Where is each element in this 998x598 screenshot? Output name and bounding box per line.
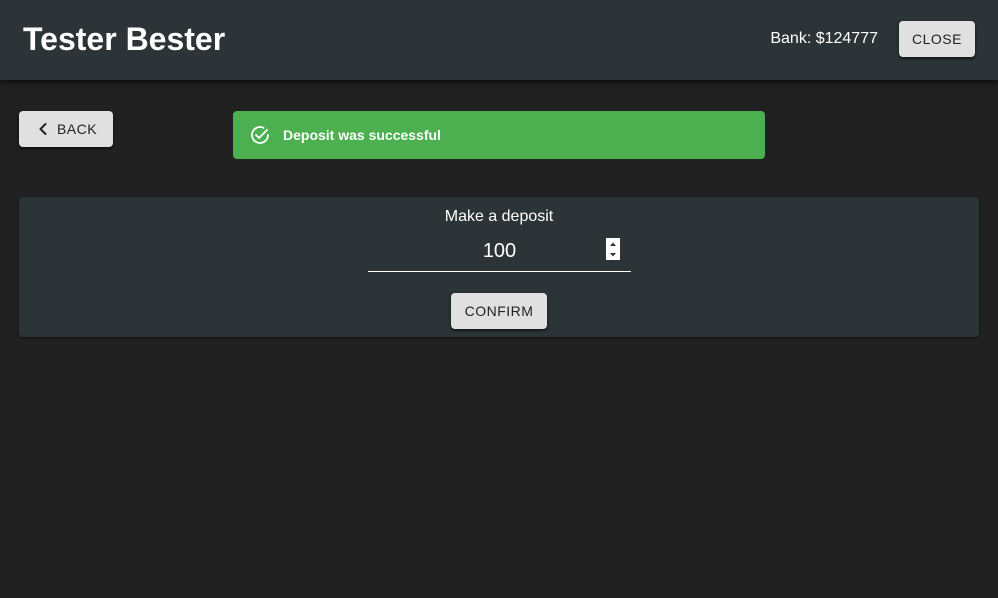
caret-down-icon	[610, 252, 616, 256]
bank-balance: Bank: $124777	[770, 30, 878, 47]
chevron-left-icon	[39, 123, 47, 135]
alert-message: Deposit was successful	[283, 127, 441, 143]
back-button[interactable]: BACK	[19, 111, 113, 147]
close-button[interactable]: CLOSE	[899, 21, 975, 57]
decrement-button[interactable]	[606, 249, 620, 260]
confirm-button[interactable]: CONFIRM	[451, 293, 547, 329]
app-bar: Tester Bester Bank: $124777 CLOSE	[0, 0, 998, 80]
deposit-title: Make a deposit	[444, 208, 554, 225]
back-button-label: BACK	[56, 121, 98, 137]
caret-up-icon	[610, 242, 616, 246]
confirm-button-label: CONFIRM	[464, 303, 534, 319]
amount-field	[368, 233, 631, 272]
success-alert: Deposit was successful	[233, 111, 765, 159]
app-title: Tester Bester	[23, 21, 226, 57]
increment-button[interactable]	[606, 238, 620, 249]
amount-input[interactable]	[368, 233, 631, 269]
amount-stepper[interactable]	[606, 238, 620, 260]
deposit-panel: Make a deposit CONFIRM	[19, 197, 979, 337]
check-circle-icon	[251, 126, 269, 144]
close-button-label: CLOSE	[912, 31, 962, 47]
